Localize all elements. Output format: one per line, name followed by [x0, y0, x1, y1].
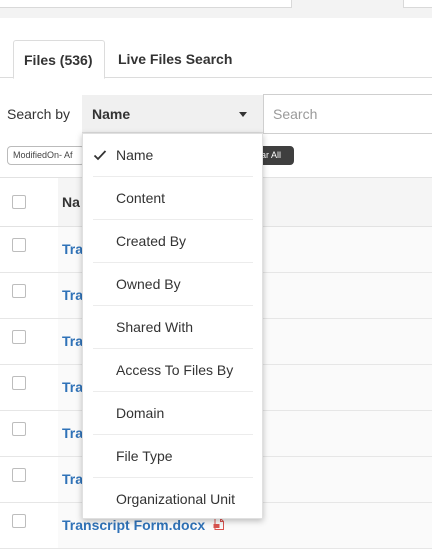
row-checkbox[interactable] — [12, 284, 26, 298]
row-checkbox[interactable] — [12, 238, 26, 252]
dropdown-option-access-to-files-by[interactable]: Access To Files By — [93, 349, 253, 392]
file-name-link[interactable]: Tra — [62, 471, 83, 487]
dropdown-option-label: Shared With — [116, 319, 194, 335]
dropdown-option-domain[interactable]: Domain — [93, 392, 253, 435]
dropdown-option-label: Name — [116, 147, 154, 163]
dropdown-option-organizational-unit[interactable]: Organizational Unit — [93, 478, 253, 521]
search-by-selected-value: Name — [92, 106, 131, 122]
dropdown-option-file-type[interactable]: File Type — [93, 435, 253, 478]
dropdown-option-owned-by[interactable]: Owned By — [93, 263, 253, 306]
search-input[interactable] — [263, 94, 432, 134]
top-panel-left — [0, 0, 292, 8]
file-name-link[interactable]: Tra — [62, 425, 83, 441]
dropdown-option-label: Created By — [116, 233, 187, 249]
search-by-label: Search by — [7, 106, 71, 122]
chevron-down-icon — [239, 112, 247, 117]
row-checkbox[interactable] — [12, 330, 26, 344]
dropdown-option-label: Domain — [116, 405, 165, 421]
dropdown-option-name[interactable]: Name — [93, 134, 253, 177]
row-checkbox[interactable] — [12, 422, 26, 436]
file-name-link[interactable]: Tra — [62, 333, 83, 349]
select-all-checkbox[interactable] — [12, 195, 26, 209]
dropdown-option-label: File Type — [116, 448, 173, 464]
dropdown-option-label: Content — [116, 190, 166, 206]
top-panel-right — [403, 0, 432, 8]
search-by-select[interactable]: Name — [82, 95, 263, 133]
tab-files[interactable]: Files (536) — [13, 40, 105, 79]
file-name-link[interactable]: Tra — [62, 287, 83, 303]
dropdown-option-created-by[interactable]: Created By — [93, 220, 253, 263]
top-strip — [0, 0, 432, 18]
name-column-header[interactable]: Na — [62, 194, 80, 210]
check-icon — [93, 150, 107, 161]
file-name-link[interactable]: Tra — [62, 241, 83, 257]
dropdown-option-label: Organizational Unit — [116, 491, 236, 507]
row-checkbox[interactable] — [12, 376, 26, 390]
tab-bar: Files (536) Live Files Search — [0, 40, 432, 79]
file-name-link[interactable]: Tra — [62, 379, 83, 395]
dropdown-option-content[interactable]: Content — [93, 177, 253, 220]
row-checkbox[interactable] — [12, 468, 26, 482]
row-checkbox[interactable] — [12, 514, 26, 528]
dropdown-option-shared-with[interactable]: Shared With — [93, 306, 253, 349]
tab-live-files-search[interactable]: Live Files Search — [108, 40, 242, 78]
search-by-dropdown-menu: Name Content Created By Owned By Shared … — [82, 133, 263, 519]
dropdown-option-label: Access To Files By — [116, 362, 234, 378]
filter-chip-modified-on[interactable]: ModifiedOn- Af — [7, 146, 85, 165]
dropdown-option-label: Owned By — [116, 276, 181, 292]
